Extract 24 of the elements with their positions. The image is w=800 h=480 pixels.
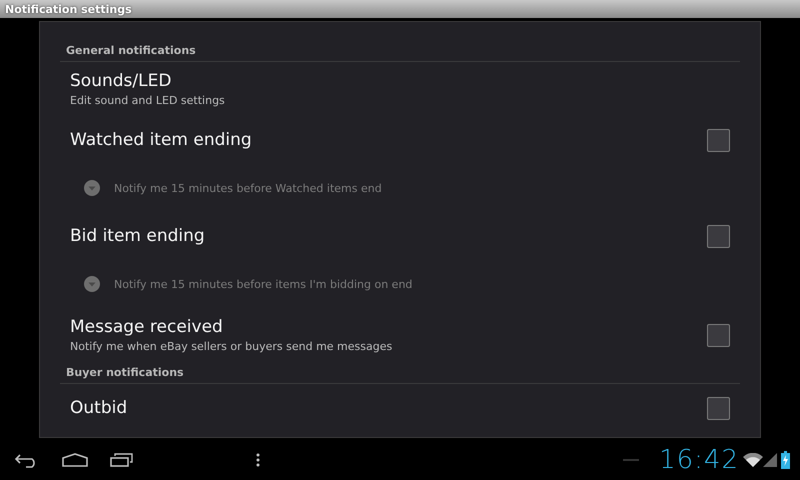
- setting-title[interactable]: Outbid: [70, 398, 707, 418]
- setting-title[interactable]: Watched item ending: [70, 130, 707, 150]
- setting-title[interactable]: Sounds/LED: [70, 71, 730, 91]
- recent-apps-icon[interactable]: [110, 453, 134, 467]
- setting-title[interactable]: Message received: [70, 317, 707, 337]
- signal-icon: [763, 453, 777, 467]
- setting-summary: Edit sound and LED settings: [70, 94, 226, 107]
- section-title: Buyer notifications: [66, 366, 184, 379]
- dash-icon: [623, 459, 640, 461]
- home-icon[interactable]: [62, 453, 88, 467]
- setting-summary: Notify me when eBay sellers or buyers send me messages: [70, 340, 394, 353]
- setting-title[interactable]: Bid item ending: [70, 226, 707, 246]
- setting-description: Notify me 15 minutes before items I'm bidding on end: [114, 278, 412, 290]
- window-title: Notification settings: [5, 2, 132, 16]
- checkbox[interactable]: [707, 128, 730, 152]
- clock: 16:42: [659, 445, 739, 475]
- setting-description: Notify me 15 minutes before Watched items end: [114, 182, 382, 194]
- battery-icon: [781, 451, 790, 469]
- checkbox[interactable]: [707, 324, 730, 346]
- menu-icon[interactable]: [256, 453, 260, 467]
- wifi-icon: [743, 453, 763, 467]
- checkbox[interactable]: [707, 396, 730, 420]
- section-title: General notifications: [66, 44, 196, 57]
- checkbox[interactable]: [707, 224, 730, 248]
